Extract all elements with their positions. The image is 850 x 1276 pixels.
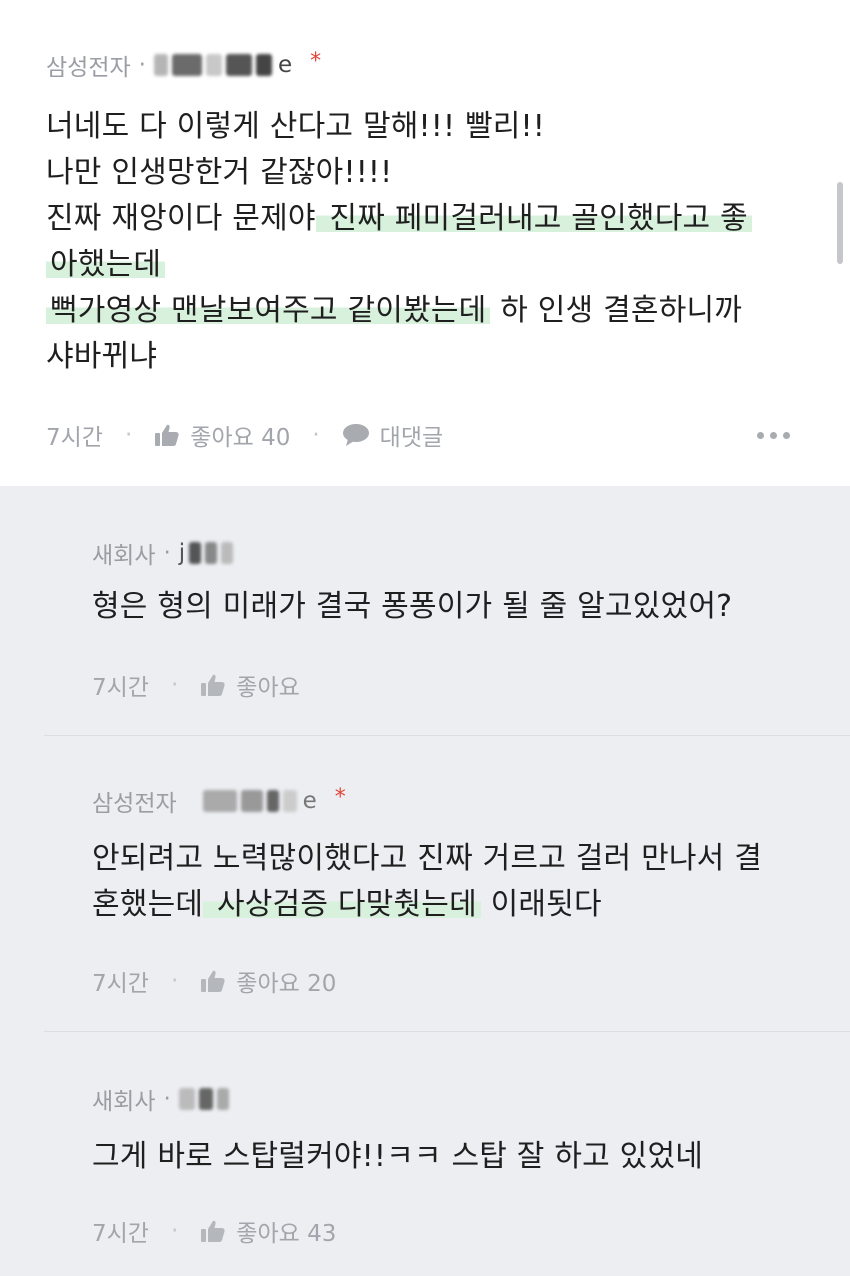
text-line: 그게 바로 스탑럴커야!!ㅋㅋ 스탑 잘 하고 있었네 bbox=[92, 1134, 703, 1180]
reply-footer: 7시간 · 좋아요 bbox=[92, 668, 300, 702]
like-label: 좋아요 20 bbox=[236, 971, 337, 997]
highlighted-text: 진짜 페미걸러내고 골인했다고 좋 bbox=[315, 201, 752, 236]
meta-separator: · bbox=[138, 52, 146, 78]
text-line: 진짜 재앙이다 문제야 진짜 페미걸러내고 골인했다고 좋 bbox=[46, 196, 752, 242]
author-company: 새회사 bbox=[92, 543, 156, 569]
text-line: 형은 형의 미래가 결국 퐁퐁이가 될 줄 알고있었어? bbox=[92, 584, 732, 630]
reply-divider bbox=[44, 1031, 850, 1032]
reply-divider bbox=[44, 735, 850, 736]
text-line: 아했는데 bbox=[46, 242, 752, 288]
like-button[interactable]: 좋아요 bbox=[200, 668, 300, 702]
footer-separator: · bbox=[312, 422, 320, 448]
more-dots-icon bbox=[757, 432, 764, 439]
footer-separator: · bbox=[170, 1218, 179, 1244]
meta-separator: · bbox=[163, 1086, 171, 1112]
author-company: 새회사 bbox=[92, 1089, 156, 1115]
like-button[interactable]: 좋아요 20 bbox=[200, 964, 336, 998]
reply-list: 새회사 · j 형은 형의 미래가 결국 퐁퐁이가 될 줄 알고있었어? 7시간… bbox=[0, 486, 850, 1276]
author-company: 삼성전자 bbox=[92, 791, 177, 817]
thumbs-up-icon bbox=[155, 424, 179, 446]
text-segment: 안되려고 노력많이했다고 진짜 거르고 걸러 만나서 결 bbox=[92, 841, 763, 876]
like-button[interactable]: 좋아요 40 bbox=[154, 418, 290, 452]
like-label: 좋아요 40 bbox=[190, 425, 291, 451]
like-button[interactable]: 좋아요 43 bbox=[200, 1214, 336, 1248]
text-line: 안되려고 노력많이했다고 진짜 거르고 걸러 만나서 결 bbox=[92, 836, 762, 882]
more-options-button[interactable] bbox=[757, 432, 790, 439]
highlighted-text: 사상검증 다맞췃는데 bbox=[203, 887, 481, 922]
text-line: 나만 인생망한거 같잖아!!!! bbox=[46, 150, 752, 196]
reply-body: 그게 바로 스탑럴커야!!ㅋㅋ 스탑 잘 하고 있었네 bbox=[92, 1134, 703, 1180]
reply-footer: 7시간 · 좋아요 43 bbox=[92, 1214, 336, 1248]
username-fragment: e bbox=[302, 788, 317, 814]
reply-time: 7시간 bbox=[92, 971, 149, 997]
footer-separator: · bbox=[170, 968, 179, 994]
text-segment: 그게 바로 스탑럴커야!!ㅋㅋ 스탑 잘 하고 있었네 bbox=[92, 1139, 704, 1174]
text-segment: 너네도 다 이렇게 산다고 말해!!! 빨리!! bbox=[46, 109, 546, 144]
reply-time: 7시간 bbox=[92, 1221, 149, 1247]
verified-star: * bbox=[310, 48, 322, 74]
comment-time: 7시간 bbox=[46, 425, 103, 451]
reply-footer: 7시간 · 좋아요 20 bbox=[92, 964, 336, 998]
blurred-username: e bbox=[153, 52, 293, 78]
meta-separator: · bbox=[163, 540, 171, 566]
blurred-username: e bbox=[202, 788, 317, 814]
thumbs-up-icon bbox=[201, 970, 225, 992]
comment-footer: 7시간 · 좋아요 40 · 대댓글 bbox=[46, 418, 443, 452]
like-label: 좋아요 43 bbox=[236, 1221, 337, 1247]
highlighted-text: 뻑가영상 맨날보여주고 같이봤는데 bbox=[46, 293, 491, 328]
speech-bubble-icon bbox=[342, 424, 369, 446]
like-label: 좋아요 bbox=[236, 675, 300, 701]
text-line: 혼했는데 사상검증 다맞췃는데 이래됫다 bbox=[92, 882, 762, 928]
text-segment: 형은 형의 미래가 결국 퐁퐁이가 될 줄 알고있었어? bbox=[92, 589, 733, 624]
main-comment: 삼성전자 · e * 너네도 다 이렇게 산다고 말해!!! 빨리!! 나만 인생… bbox=[0, 0, 850, 486]
blurred-username: j bbox=[178, 540, 234, 566]
blurred-username bbox=[178, 1088, 229, 1110]
username-fragment: e bbox=[277, 52, 293, 78]
text-segment: 혼했는데 bbox=[92, 887, 204, 922]
reply-time: 7시간 bbox=[92, 675, 149, 701]
reply-button[interactable]: 대댓글 bbox=[342, 418, 443, 452]
reply-body: 형은 형의 미래가 결국 퐁퐁이가 될 줄 알고있었어? bbox=[92, 584, 732, 630]
comment-author-meta: 삼성전자 · e * bbox=[46, 48, 321, 82]
text-segment: 나만 인생망한거 같잖아!!!! bbox=[46, 155, 393, 190]
reply-label: 대댓글 bbox=[379, 425, 444, 451]
footer-separator: · bbox=[124, 422, 133, 448]
author-company: 삼성전자 bbox=[46, 55, 131, 81]
text-line: 너네도 다 이렇게 산다고 말해!!! 빨리!! bbox=[46, 104, 752, 150]
reply-body: 안되려고 노력많이했다고 진짜 거르고 걸러 만나서 결혼했는데 사상검증 다맞… bbox=[92, 836, 762, 928]
text-line: 뻑가영상 맨날보여주고 같이봤는데 하 인생 결혼하니까 bbox=[46, 288, 752, 334]
reply-author-meta: 새회사 · bbox=[92, 1082, 229, 1116]
reply-author-meta: 삼성전자 e * bbox=[92, 784, 346, 818]
text-segment: 샤바뀌냐 bbox=[46, 339, 158, 374]
footer-separator: · bbox=[170, 672, 179, 698]
text-line: 샤바뀌냐 bbox=[46, 334, 752, 380]
text-segment: 이래됫다 bbox=[480, 887, 602, 922]
thumbs-up-icon bbox=[201, 674, 225, 696]
username-fragment: j bbox=[178, 540, 186, 566]
text-segment: 하 인생 결혼하니까 bbox=[490, 293, 743, 328]
thumbs-up-icon bbox=[201, 1220, 225, 1242]
scrollbar-thumb[interactable] bbox=[837, 182, 843, 264]
comment-body: 너네도 다 이렇게 산다고 말해!!! 빨리!! 나만 인생망한거 같잖아!!!!… bbox=[46, 104, 752, 380]
reply-author-meta: 새회사 · j bbox=[92, 536, 234, 570]
text-segment: 진짜 재앙이다 문제야 bbox=[46, 201, 316, 236]
verified-star: * bbox=[334, 784, 346, 810]
highlighted-text: 아했는데 bbox=[46, 247, 166, 282]
